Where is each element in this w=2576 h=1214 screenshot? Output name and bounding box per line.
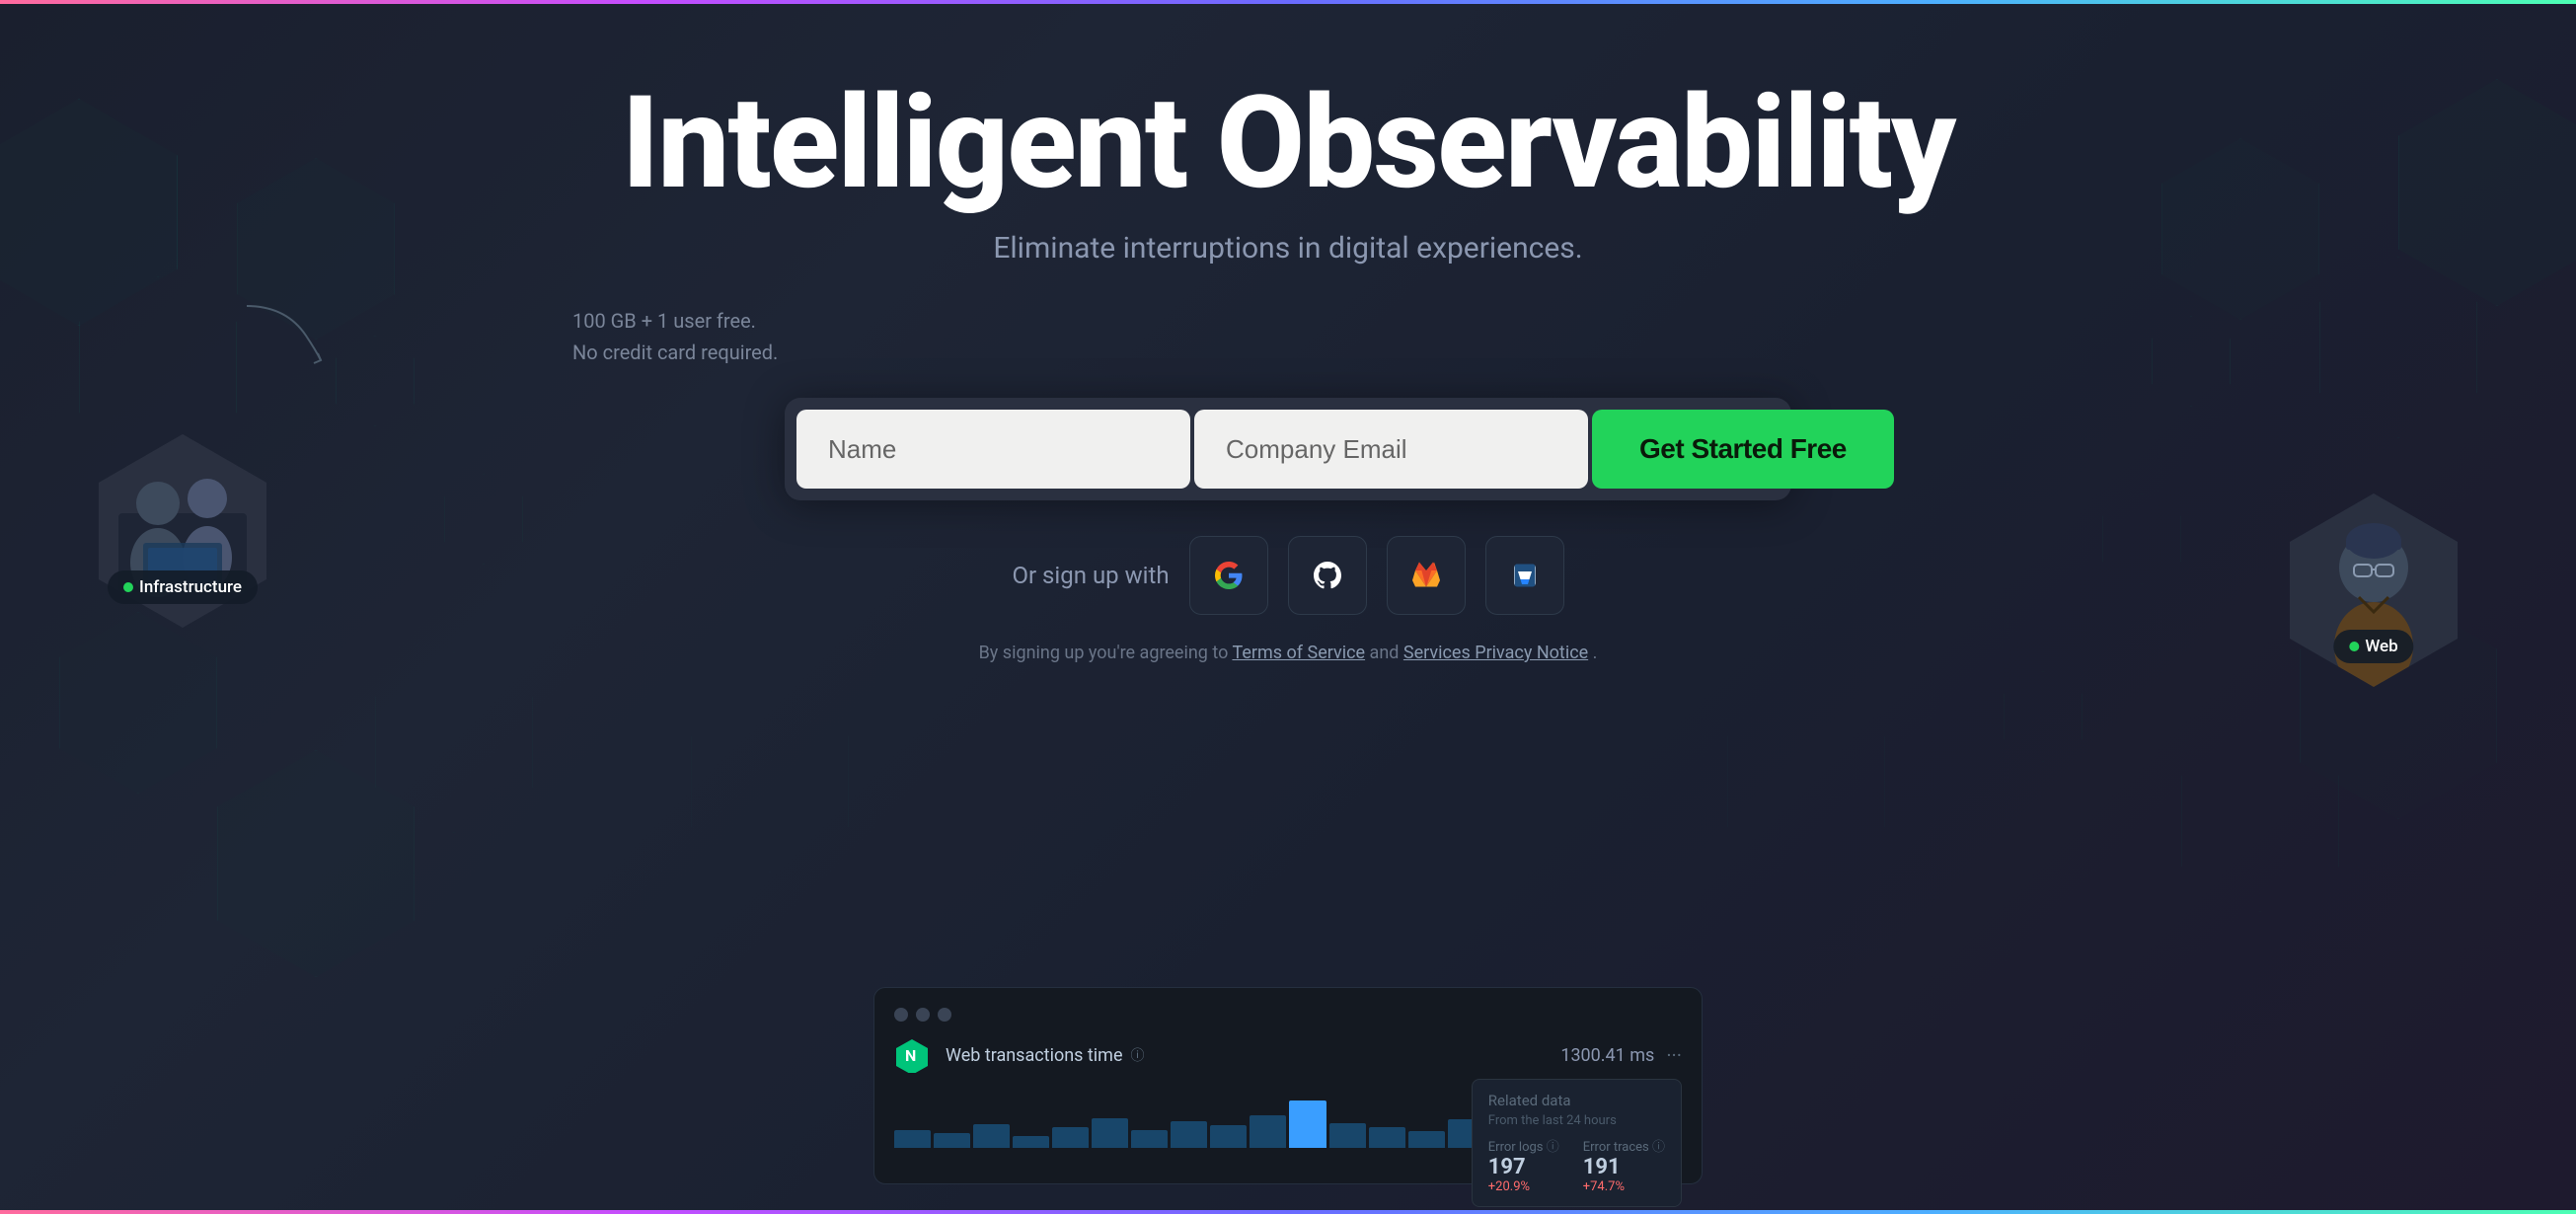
page-title: Intelligent Observability	[622, 79, 1955, 207]
bottom-border	[0, 1210, 2576, 1214]
github-signin-button[interactable]	[1288, 536, 1367, 615]
email-input[interactable]	[1194, 410, 1588, 489]
name-input[interactable]	[796, 410, 1190, 489]
main-content: Intelligent Observability Eliminate inte…	[0, 0, 2576, 663]
chart-bar	[1052, 1127, 1089, 1148]
top-border	[0, 0, 2576, 4]
dashboard-metric-title: Web transactions time ⓘ	[946, 1045, 1145, 1066]
avatar-infrastructure: Infrastructure	[99, 434, 266, 632]
dashboard-header: N Web transactions time ⓘ 1300.41 ms ···	[894, 1037, 1682, 1073]
dashboard-chart-area: Related data From the last 24 hours Erro…	[894, 1089, 1682, 1148]
metric-error-traces-label: Error traces ⓘ	[1583, 1136, 1665, 1155]
free-note-line2: No credit card required.	[572, 337, 778, 368]
metric-error-logs-change: +20.9%	[1488, 1179, 1559, 1194]
chart-bar	[1013, 1136, 1049, 1148]
metric-error-logs-label: Error logs ⓘ	[1488, 1136, 1559, 1155]
window-dot-3	[938, 1008, 951, 1022]
avatar-web: Web	[2290, 493, 2458, 691]
related-metrics: Error logs ⓘ 197 +20.9% Error traces ⓘ 1…	[1488, 1136, 1665, 1194]
info-icon: ⓘ	[1131, 1045, 1145, 1065]
metric-error-traces-value: 191	[1583, 1155, 1665, 1179]
related-data-panel: Related data From the last 24 hours Erro…	[1472, 1079, 1682, 1207]
chart-bar-highlight	[1289, 1100, 1326, 1148]
privacy-notice-link[interactable]: Services Privacy Notice	[1403, 643, 1588, 663]
related-data-title: Related data	[1488, 1092, 1665, 1109]
dashboard-metric-value: 1300.41 ms	[1560, 1045, 1654, 1066]
window-dot-2	[916, 1008, 930, 1022]
metric-error-logs: Error logs ⓘ 197 +20.9%	[1488, 1136, 1559, 1194]
chart-bar	[1369, 1127, 1405, 1148]
window-dot-1	[894, 1008, 908, 1022]
related-data-subtitle: From the last 24 hours	[1488, 1113, 1665, 1128]
google-signin-button[interactable]	[1189, 536, 1268, 615]
terms-text: By signing up you're agreeing to Terms o…	[979, 643, 1598, 663]
chart-bar	[934, 1133, 970, 1148]
chart-bar	[894, 1130, 931, 1148]
dashboard-preview: N Web transactions time ⓘ 1300.41 ms ···	[873, 987, 1703, 1184]
status-dot-infrastructure	[123, 582, 133, 592]
signup-form: Get Started Free	[785, 398, 1791, 500]
more-options-icon[interactable]: ···	[1666, 1043, 1682, 1067]
bitbucket-signin-button[interactable]	[1485, 536, 1564, 615]
get-started-button[interactable]: Get Started Free	[1592, 410, 1894, 489]
chart-bar	[973, 1124, 1010, 1148]
avatar-label-infrastructure: Infrastructure	[139, 577, 242, 597]
social-label: Or sign up with	[1012, 562, 1169, 589]
gitlab-signin-button[interactable]	[1387, 536, 1466, 615]
status-dot-web	[2349, 642, 2359, 651]
chart-bar	[1408, 1131, 1445, 1148]
terms-of-service-link[interactable]: Terms of Service	[1232, 643, 1365, 663]
free-note-line1: 100 GB + 1 user free.	[572, 305, 778, 337]
metric-error-traces: Error traces ⓘ 191 +74.7%	[1583, 1136, 1665, 1194]
avatar-label-web: Web	[2365, 637, 2397, 656]
chart-bar	[1250, 1115, 1286, 1148]
metric-error-logs-value: 197	[1488, 1155, 1559, 1179]
chart-bar	[1210, 1125, 1247, 1148]
chart-bar	[1092, 1118, 1128, 1148]
free-note: 100 GB + 1 user free. No credit card req…	[572, 305, 778, 368]
chart-bar	[1329, 1123, 1366, 1148]
chart-bar	[1131, 1130, 1168, 1148]
chart-bar	[1171, 1121, 1207, 1148]
nr-logo-icon: N	[894, 1037, 930, 1073]
metric-error-traces-change: +74.7%	[1583, 1179, 1665, 1194]
window-dots	[894, 1008, 1682, 1022]
svg-text:N: N	[905, 1046, 916, 1065]
social-signup: Or sign up with	[1012, 536, 1563, 615]
page-subtitle: Eliminate interruptions in digital exper…	[993, 231, 1582, 266]
